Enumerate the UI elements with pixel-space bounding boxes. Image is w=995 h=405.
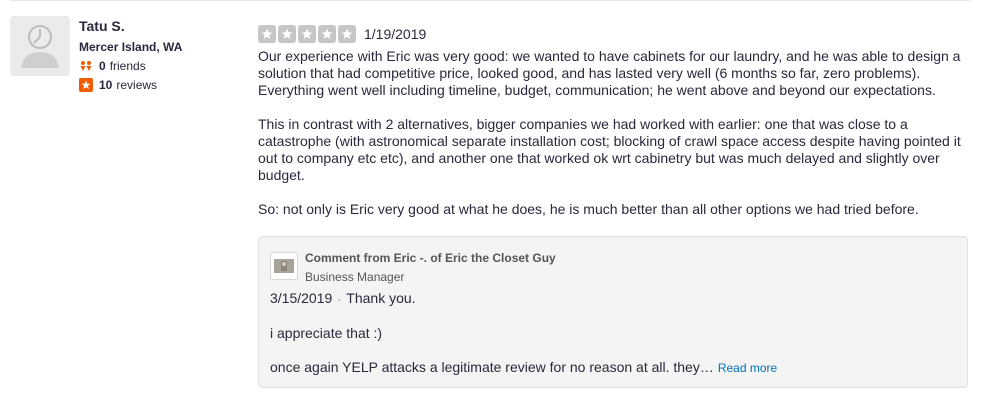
reviewer-location: Mercer Island, WA [79, 40, 183, 54]
review-paragraph: This in contrast with 2 alternatives, bi… [258, 116, 961, 183]
review-date: 1/19/2019 [364, 26, 427, 42]
star-rating [258, 25, 358, 43]
comment-excerpt: once again YELP attacks a legitimate rev… [270, 359, 714, 375]
comment-title: Comment from Eric -. of Eric the Closet … [305, 251, 556, 265]
reviewer-name[interactable]: Tatu S. [79, 17, 259, 35]
friends-count: 0 [99, 59, 106, 73]
comment-role: Business Manager [305, 270, 405, 284]
default-user-avatar-icon[interactable] [10, 16, 70, 76]
comment-header: Comment from Eric -. of Eric the Closet … [305, 250, 556, 285]
reviewer-info: Tatu S. Mercer Island, WA 0 friends 10 r… [79, 16, 259, 93]
friends-stat: 0 friends [79, 58, 259, 74]
review-star-icon [79, 78, 93, 92]
review-content: 1/19/2019 Our experience with Eric was v… [258, 24, 970, 235]
comment-text-line: Thank you. [346, 290, 416, 306]
top-divider [10, 0, 970, 1]
star-icon [338, 25, 356, 43]
owner-comment-box: Comment from Eric -. of Eric the Closet … [258, 236, 968, 388]
friends-label: friends [109, 59, 146, 73]
comment-separator: · [337, 292, 342, 306]
star-icon [318, 25, 336, 43]
comment-text-line: i appreciate that :) [270, 325, 383, 341]
star-icon [278, 25, 296, 43]
review-paragraph: Our experience with Eric was very good: … [258, 48, 961, 98]
star-icon [258, 25, 276, 43]
review-paragraph: So: not only is Eric very good at what h… [258, 201, 919, 217]
comment-body: 3/15/2019 · Thank you. i appreciate that :… [270, 290, 960, 394]
reviews-label: reviews [116, 78, 158, 92]
reviews-stat: 10 reviews [79, 77, 259, 93]
reviews-count: 10 [99, 78, 113, 92]
star-icon [298, 25, 316, 43]
business-photo-thumbnail[interactable] [270, 252, 298, 280]
comment-first-line: 3/15/2019 · Thank you. [270, 290, 960, 308]
read-more-link[interactable]: Read more [718, 361, 777, 375]
comment-text-line: once again YELP attacks a legitimate rev… [270, 359, 960, 377]
friends-icon [79, 59, 93, 73]
comment-date: 3/15/2019 [270, 290, 333, 306]
review-text: Our experience with Eric was very good: … [258, 48, 970, 218]
rating-row: 1/19/2019 [258, 24, 970, 44]
